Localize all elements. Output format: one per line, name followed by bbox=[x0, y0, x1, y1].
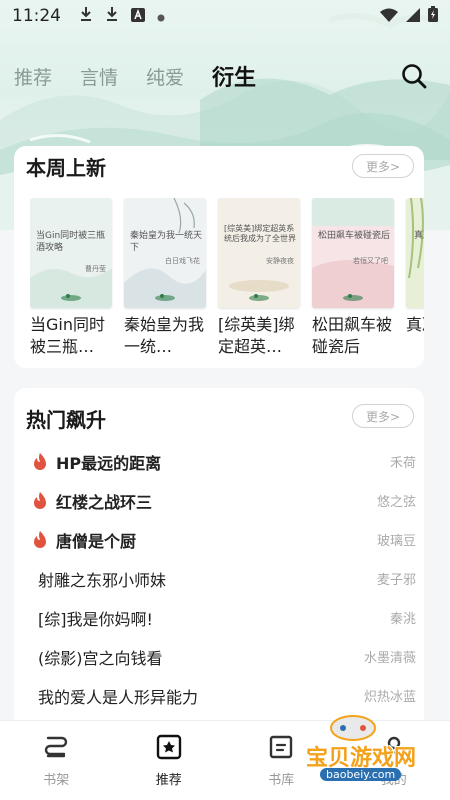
signal-icon bbox=[406, 7, 420, 26]
book-cover: [综英美]绑定超英系统后我成为了全世界 安静夜夜 bbox=[218, 198, 300, 308]
category-tabs: 推荐 言情 纯爱 衍生 bbox=[0, 52, 450, 100]
battery-icon bbox=[428, 6, 438, 26]
author-name: 水墨清薇 bbox=[363, 651, 416, 666]
book-title: HP最远的距离 bbox=[56, 453, 162, 473]
flame-icon bbox=[34, 452, 46, 470]
book-title: 红楼之战环三 bbox=[56, 492, 153, 512]
book-item[interactable]: 秦始皇为我一统天下 白日戏飞花 秦始皇为我一统… bbox=[124, 198, 206, 358]
list-item[interactable]: HP最远的距离 禾荷 bbox=[14, 442, 424, 481]
author-name: 禾荷 bbox=[389, 456, 416, 471]
author-name: 麦子邪 bbox=[376, 573, 416, 588]
tab-pure-love[interactable]: 纯爱 bbox=[146, 63, 184, 90]
search-button[interactable] bbox=[400, 62, 428, 90]
tab-romance[interactable]: 言情 bbox=[80, 63, 118, 90]
book-title: (综影)宫之向钱看 bbox=[38, 648, 163, 668]
list-item[interactable]: 我的爱人是人形异能力 炽热冰蓝 bbox=[14, 676, 424, 715]
recommend-star-icon bbox=[156, 734, 181, 760]
book-title: 当Gin同时被三瓶… bbox=[30, 315, 105, 356]
nav-bookshelf[interactable]: 书架 bbox=[0, 721, 113, 800]
hot-list: HP最远的距离 禾荷 红楼之战环三 悠之弦 唐僧是个厨 玻璃豆 射雕之东邪小师妹… bbox=[14, 442, 424, 715]
nav-recommend[interactable]: 推荐 bbox=[113, 721, 226, 800]
book-title: 松田飙车被碰瓷后 bbox=[312, 315, 393, 356]
publisher-logo-icon bbox=[155, 294, 175, 301]
wifi-icon bbox=[380, 7, 398, 26]
list-item[interactable]: [综]我是你妈啊! 秦洮 bbox=[14, 598, 424, 637]
tab-recommend[interactable]: 推荐 bbox=[14, 63, 52, 90]
author-name: 炽热冰蓝 bbox=[363, 690, 416, 705]
watermark-url: baobeiy.com bbox=[320, 768, 402, 781]
book-cover: 秦始皇为我一统天下 白日戏飞花 bbox=[124, 198, 206, 308]
cover-text: 真决 bbox=[414, 231, 424, 241]
cover-text: 当Gin同时被三瓶酒攻略 bbox=[36, 231, 106, 253]
flame-icon bbox=[34, 491, 46, 509]
book-item[interactable]: 真决 真决强泼 bbox=[406, 198, 424, 358]
section-title: 热门飙升 bbox=[26, 408, 106, 432]
publisher-logo-icon bbox=[249, 294, 269, 301]
cover-author: 安静夜夜 bbox=[266, 257, 294, 265]
nav-label: 书库 bbox=[268, 773, 295, 788]
hot-rising-section: 热门飙升 更多> HP最远的距离 禾荷 红楼之战环三 悠之弦 唐僧是个厨 玻璃豆… bbox=[14, 388, 424, 728]
more-button[interactable]: 更多> bbox=[352, 404, 414, 428]
flame-icon bbox=[34, 530, 46, 548]
status-time: 11:24 bbox=[12, 6, 61, 26]
cover-text: 秦始皇为我一统天下 bbox=[130, 231, 203, 253]
book-cover: 真决 bbox=[406, 198, 424, 308]
publisher-logo-icon bbox=[343, 294, 363, 301]
bookshelf-icon bbox=[45, 736, 68, 758]
cover-author: 白日戏飞花 bbox=[165, 257, 200, 265]
tab-derivative[interactable]: 衍生 bbox=[212, 60, 256, 92]
nav-label: 推荐 bbox=[155, 773, 182, 788]
list-item[interactable]: (综影)宫之向钱看 水墨清薇 bbox=[14, 637, 424, 676]
book-cover: 松田飙车被碰瓷后 若恒又了吧 bbox=[312, 198, 394, 308]
library-icon bbox=[270, 735, 293, 759]
list-item[interactable]: 红楼之战环三 悠之弦 bbox=[14, 481, 424, 520]
book-title: 射雕之东邪小师妹 bbox=[38, 570, 167, 590]
watermark: 宝贝游戏网 baobeiy.com bbox=[298, 712, 448, 792]
cover-text: 松田飙车被碰瓷后 bbox=[318, 231, 391, 241]
book-title: [综]我是你妈啊! bbox=[38, 609, 153, 629]
author-name: 秦洮 bbox=[389, 612, 416, 627]
more-button[interactable]: 更多> bbox=[352, 154, 414, 178]
notification-dot-icon bbox=[157, 7, 165, 26]
app-a-icon bbox=[131, 7, 145, 26]
nav-label: 书架 bbox=[43, 773, 70, 788]
section-title: 本周上新 bbox=[26, 156, 106, 180]
status-bar: 11:24 bbox=[0, 0, 450, 32]
book-item[interactable]: [综英美]绑定超英系统后我成为了全世界 安静夜夜 [综英美]绑定超英… bbox=[218, 198, 300, 358]
list-item[interactable]: 唐僧是个厨 玻璃豆 bbox=[14, 520, 424, 559]
book-item[interactable]: 当Gin同时被三瓶酒攻略 曹丹莹 当Gin同时被三瓶… bbox=[30, 198, 112, 358]
download-icon bbox=[79, 6, 93, 26]
book-title: 秦始皇为我一统… bbox=[124, 315, 205, 356]
book-title: 真决强泼 bbox=[406, 315, 424, 334]
book-title: 唐僧是个厨 bbox=[56, 531, 137, 551]
search-icon bbox=[402, 64, 427, 89]
book-title: [综英美]绑定超英… bbox=[218, 315, 295, 356]
publisher-logo-icon bbox=[61, 294, 81, 301]
author-name: 玻璃豆 bbox=[376, 534, 416, 549]
cover-text: [综英美]绑定超英系统后我成为了全世界 bbox=[224, 224, 296, 243]
book-carousel[interactable]: 当Gin同时被三瓶酒攻略 曹丹莹 当Gin同时被三瓶… 秦始皇为我一统天下 白日… bbox=[30, 198, 424, 358]
download-icon bbox=[105, 6, 119, 26]
book-cover: 当Gin同时被三瓶酒攻略 曹丹莹 bbox=[30, 198, 112, 308]
book-item[interactable]: 松田飙车被碰瓷后 若恒又了吧 松田飙车被碰瓷后 bbox=[312, 198, 394, 358]
new-this-week-section: 本周上新 更多> 当Gin同时被三瓶酒攻略 曹丹莹 当Gin同时被三瓶… 秦始皇… bbox=[14, 146, 424, 368]
author-name: 悠之弦 bbox=[376, 495, 416, 510]
cover-author: 曹丹莹 bbox=[85, 265, 106, 273]
book-title: 我的爱人是人形异能力 bbox=[38, 687, 199, 707]
cover-author: 若恒又了吧 bbox=[353, 257, 388, 265]
list-item[interactable]: 射雕之东邪小师妹 麦子邪 bbox=[14, 559, 424, 598]
